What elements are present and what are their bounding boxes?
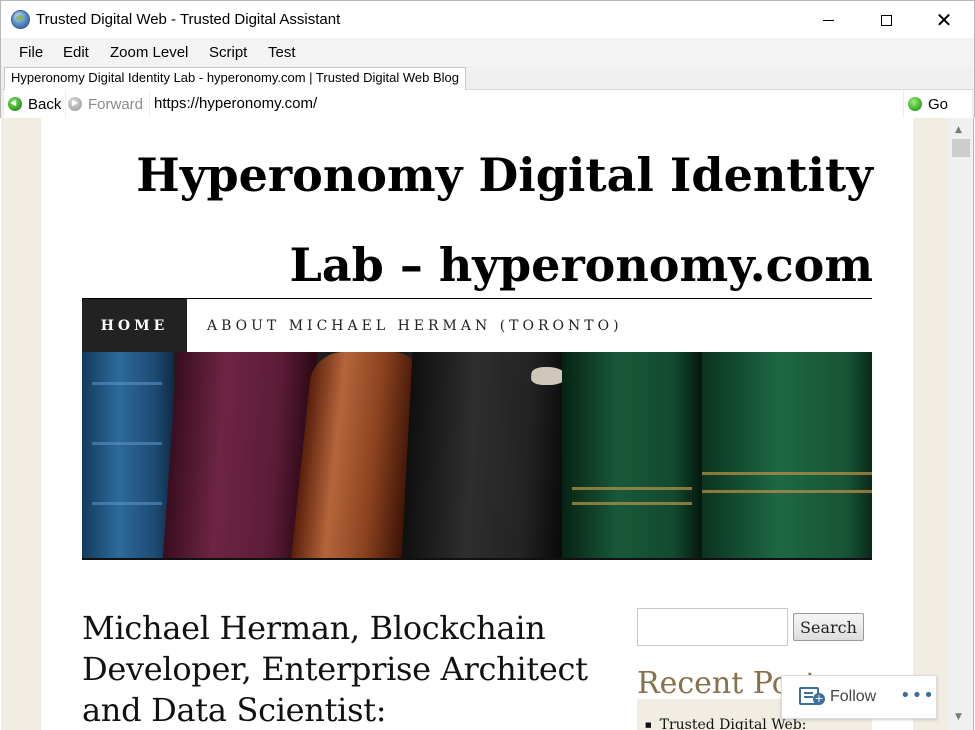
gold-band [572,502,692,505]
window-title: Trusted Digital Web - Trusted Digital As… [36,11,341,28]
forward-arrow-icon [68,97,82,111]
back-arrow-icon [8,97,22,111]
menu-edit[interactable]: Edit [63,44,89,61]
spine-band [92,442,162,445]
close-icon: ✕ [935,8,953,32]
menu-bar: File Edit Zoom Level Script Test [0,38,975,66]
more-options-icon[interactable]: ••• [900,685,935,706]
app-globe-icon [11,10,30,29]
gold-band [702,472,872,475]
search-button[interactable]: Search [793,613,864,641]
nav-about-link[interactable]: ABOUT MICHAEL HERMAN (TORONTO) [207,299,623,352]
site-title-line-1: Hyperonomy Digital Identity [136,148,873,202]
go-icon [908,97,922,111]
site-title[interactable]: Hyperonomy Digital Identity Lab – hypero… [81,130,873,310]
site-navigation: HOME ABOUT MICHAEL HERMAN (TORONTO) [82,298,872,352]
menu-zoom-level[interactable]: Zoom Level [110,44,188,61]
follow-widget[interactable]: Follow ••• [781,675,937,719]
follow-label[interactable]: Follow [830,688,876,706]
scroll-down-arrow-icon[interactable]: ▼ [955,712,962,722]
minimize-icon [822,19,834,21]
back-button[interactable]: Back [4,90,66,118]
tab-strip: Hyperonomy Digital Identity Lab - hypero… [0,66,975,90]
forward-button[interactable]: Forward [66,90,150,118]
minimize-button[interactable] [799,1,857,39]
web-viewport: Hyperonomy Digital Identity Lab – hypero… [1,118,948,730]
navigation-bar: Back Forward https://hyperonomy.com/ Go [0,90,975,118]
gold-band [702,490,872,493]
maximize-button[interactable] [857,1,915,39]
tab-active[interactable]: Hyperonomy Digital Identity Lab - hypero… [4,67,466,90]
address-bar[interactable]: https://hyperonomy.com/ [150,90,903,118]
post-title[interactable]: Michael Herman, Blockchain Developer, En… [82,608,612,730]
close-button[interactable]: ✕ [915,1,973,39]
title-bar: Trusted Digital Web - Trusted Digital As… [0,0,975,38]
vertical-scrollbar[interactable]: ▲ ▼ [948,118,974,730]
gold-band [572,487,692,490]
nav-home-link[interactable]: HOME [82,299,187,352]
back-label: Back [28,95,62,113]
site-title-line-2: Lab – hyperonomy.com [289,238,874,292]
search-input[interactable] [637,608,788,646]
menu-test[interactable]: Test [268,44,296,61]
forward-label: Forward [88,95,144,113]
header-image-books [82,352,872,560]
book-spine-green [562,352,702,558]
book-spine-dark-green [702,352,872,558]
web-page: Hyperonomy Digital Identity Lab – hypero… [41,118,913,730]
maximize-icon [880,14,892,26]
book-spine-black [401,352,573,558]
menu-file[interactable]: File [19,44,43,61]
scroll-up-arrow-icon[interactable]: ▲ [955,125,962,135]
spine-band [92,382,162,385]
book-spine-blue [82,352,174,558]
go-button[interactable]: Go [904,90,972,118]
go-label: Go [928,95,949,113]
follow-reader-icon [799,687,825,705]
scrollbar-thumb[interactable] [952,139,970,157]
menu-script[interactable]: Script [209,44,247,61]
spine-band [92,502,162,505]
